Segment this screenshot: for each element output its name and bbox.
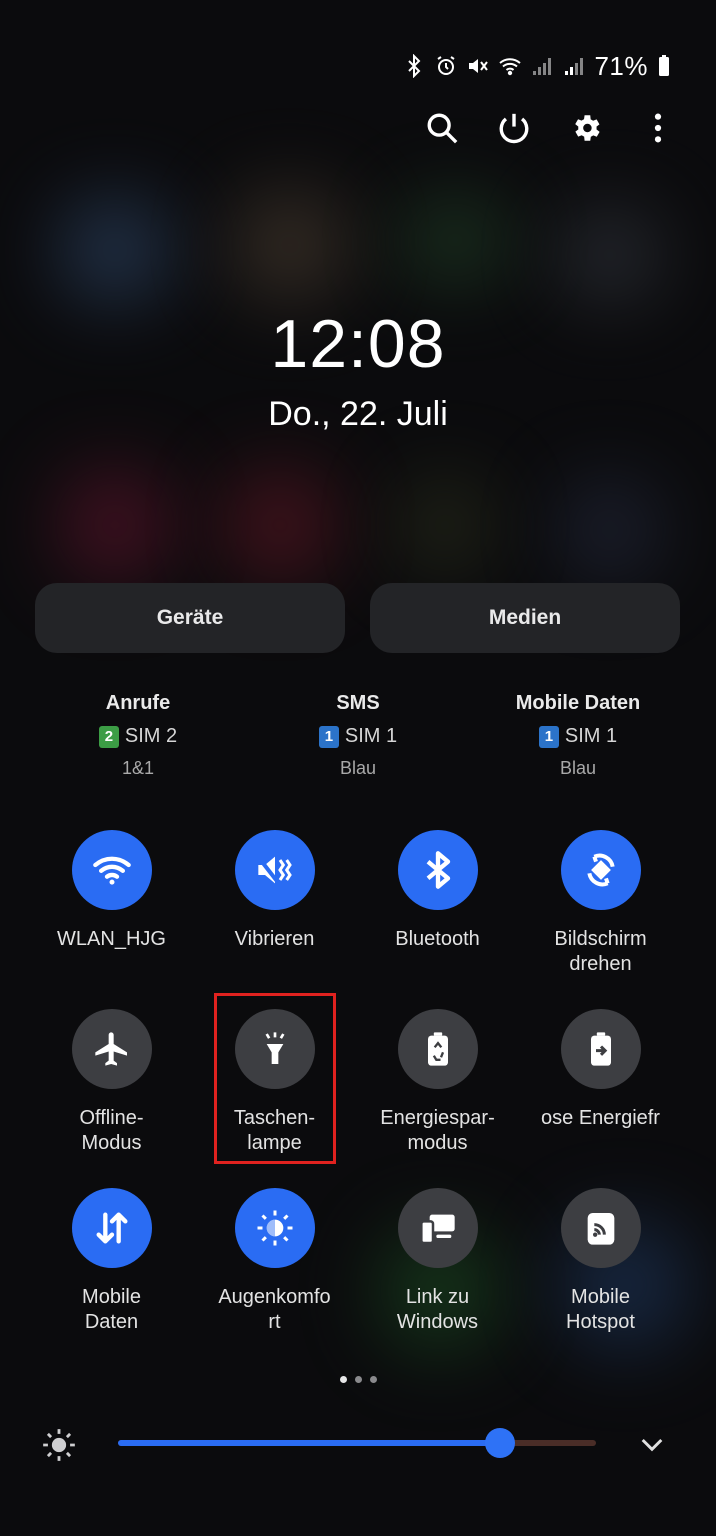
tile-power-saving[interactable]: Energiespar- modus xyxy=(356,1009,519,1156)
sim-carrier: Blau xyxy=(559,758,597,778)
clock-date: Do., 22. Juli xyxy=(268,395,448,433)
tile-label: Bildschirm drehen xyxy=(554,928,647,975)
tile-vibrate[interactable]: Vibrieren xyxy=(193,830,356,952)
tile-label: Energiespar- modus xyxy=(380,1107,495,1154)
tile-label: Augenkomfo rt xyxy=(218,1286,331,1333)
tile-label: Bluetooth xyxy=(395,928,480,950)
sim-badge: 1 xyxy=(538,725,559,748)
tile-wireless-powershare[interactable]: ose Energiefr xyxy=(519,1009,682,1131)
brightness-slider[interactable] xyxy=(118,1428,596,1458)
wifi-icon xyxy=(498,54,522,78)
tile-label: Mobile Hotspot xyxy=(566,1286,635,1333)
sim-label: SIM 1 xyxy=(344,725,398,747)
sim-mobile-data[interactable]: Mobile Daten 1 SIM 1 Blau xyxy=(468,692,688,779)
brightness-slider-fill xyxy=(118,1440,501,1446)
page-dot[interactable] xyxy=(369,1376,377,1383)
signal-icon xyxy=(562,54,586,78)
mobile-data-icon[interactable] xyxy=(71,1188,152,1268)
sim-sms[interactable]: SMS 1 SIM 1 Blau xyxy=(248,692,468,779)
brightness-icon xyxy=(43,1429,75,1461)
power-icon[interactable] xyxy=(496,106,532,150)
page-dot[interactable] xyxy=(339,1376,347,1383)
flashlight-highlight-box xyxy=(214,993,336,1164)
sim-carrier: 1&1 xyxy=(121,758,155,778)
tile-label: WLAN_HJG xyxy=(57,928,166,950)
sim-carrier: Blau xyxy=(339,758,377,778)
sim-badge: 1 xyxy=(318,725,339,748)
bluetooth-icon xyxy=(402,54,426,78)
sim-label: SIM 2 xyxy=(124,725,178,747)
battery-saver-icon[interactable] xyxy=(397,1009,478,1089)
tile-label: ose Energiefr xyxy=(541,1107,660,1129)
wireless-powershare-icon[interactable] xyxy=(560,1009,641,1089)
tile-label: Link zu Windows xyxy=(396,1286,479,1333)
page-indicator xyxy=(0,1376,716,1383)
tile-airplane[interactable]: Offline- Modus xyxy=(30,1009,193,1156)
tile-eye-comfort[interactable]: Augenkomfo rt xyxy=(193,1188,356,1335)
tile-wlan[interactable]: WLAN_HJG xyxy=(30,830,193,952)
sim-title: Anrufe xyxy=(105,692,171,714)
link-windows-icon[interactable] xyxy=(397,1188,478,1268)
media-button[interactable]: Medien xyxy=(370,583,680,653)
search-icon[interactable] xyxy=(424,106,460,150)
wifi-icon[interactable] xyxy=(71,830,152,910)
vibrate-icon xyxy=(466,54,490,78)
clock-time: 12:08 xyxy=(270,306,446,382)
sim-badge: 2 xyxy=(98,725,119,748)
tile-rotate[interactable]: Bildschirm drehen xyxy=(519,830,682,977)
page-dot[interactable] xyxy=(354,1376,362,1383)
tile-label: Vibrieren xyxy=(234,928,315,950)
rotate-icon[interactable] xyxy=(560,830,641,910)
quick-panel-actions xyxy=(424,106,676,150)
tile-mobile-data[interactable]: Mobile Daten xyxy=(30,1188,193,1335)
bluetooth-icon[interactable] xyxy=(397,830,478,910)
more-icon[interactable] xyxy=(640,106,676,150)
tile-mobile-hotspot[interactable]: Mobile Hotspot xyxy=(519,1188,682,1335)
tile-bluetooth[interactable]: Bluetooth xyxy=(356,830,519,952)
chevron-down-icon[interactable] xyxy=(636,1428,668,1460)
status-bar: 71% xyxy=(402,48,672,84)
vibrate-icon[interactable] xyxy=(234,830,315,910)
sim-calls[interactable]: Anrufe 2 SIM 2 1&1 xyxy=(28,692,248,779)
sim-title: SMS xyxy=(336,692,380,714)
brightness-slider-thumb[interactable] xyxy=(485,1428,516,1458)
devices-button[interactable]: Geräte xyxy=(35,583,345,653)
tile-link-to-windows[interactable]: Link zu Windows xyxy=(356,1188,519,1335)
battery-percent: 71% xyxy=(594,50,648,81)
tile-label: Offline- Modus xyxy=(79,1107,144,1154)
hotspot-icon[interactable] xyxy=(560,1188,641,1268)
settings-icon[interactable] xyxy=(568,106,604,150)
signal-icon xyxy=(530,54,554,78)
tile-label: Mobile Daten xyxy=(82,1286,141,1333)
eye-comfort-icon[interactable] xyxy=(234,1188,315,1268)
sim-label: SIM 1 xyxy=(564,725,618,747)
battery-icon xyxy=(656,54,672,78)
alarm-icon xyxy=(434,54,458,78)
airplane-icon[interactable] xyxy=(71,1009,152,1089)
sim-title: Mobile Daten xyxy=(515,692,641,714)
